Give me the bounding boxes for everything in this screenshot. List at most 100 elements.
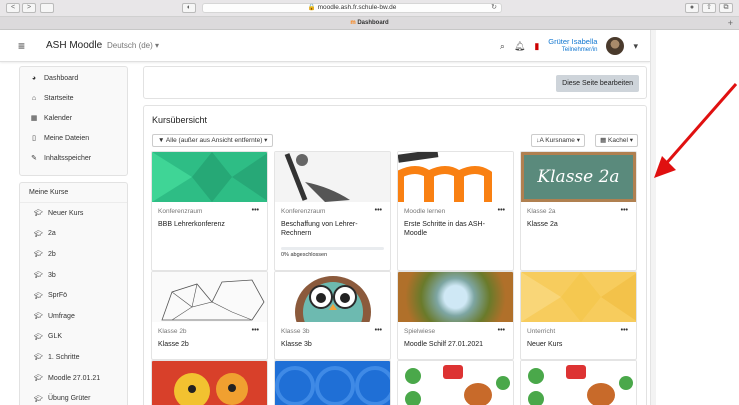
course-image-owl[interactable] [275, 272, 390, 322]
green-pattern-graphic [152, 152, 267, 202]
search-icon[interactable]: ⌕ [500, 41, 505, 52]
course-label: GLK [48, 333, 63, 341]
filter-dropdown[interactable]: ▼ Alle (außer aus Ansicht entfernte) ▾ [152, 134, 274, 147]
calendar-icon: ▦ [30, 115, 38, 122]
sidebar-course-item[interactable]: 🎓︎ 2b [20, 244, 127, 265]
course-menu-icon[interactable]: ••• [375, 207, 382, 214]
sidebar-toggle-button[interactable] [40, 3, 54, 13]
user-nav: ⌕ 🔔︎ ▮ Grüter Isabella Teilnehmer/in ▾ [500, 35, 638, 57]
notifications-bell-icon[interactable]: 🔔︎ [514, 41, 525, 52]
course-card-body: Konferenzraum ••• Beschaffung von Lehrer… [275, 202, 390, 258]
course-card[interactable]: Spielwiese ••• Moodle Schilf 27.01.2021 [397, 271, 514, 360]
my-courses-panel: Meine Kurse 🎓︎ Neuer Kurs 🎓︎ 2a 🎓︎ 2b 🎓︎ 3b … [19, 182, 128, 405]
course-menu-icon[interactable]: ••• [498, 327, 505, 334]
course-name[interactable]: BBB Lehrerkonferenz [158, 220, 261, 229]
course-card[interactable]: Moodle lernen ••• Erste Schritte in das … [397, 151, 514, 271]
forward-button[interactable]: > [22, 3, 36, 13]
sidebar-course-item[interactable]: 🎓︎ SprFö [20, 285, 127, 306]
course-name[interactable]: Klasse 2a [527, 220, 630, 229]
course-name[interactable]: Beschaffung von Lehrer-Rechnern [281, 220, 384, 238]
course-card[interactable] [151, 360, 268, 405]
privacy-shield-icon[interactable]: ◐ [182, 3, 196, 13]
avatar[interactable] [606, 37, 625, 55]
course-card-body: Klasse 3b ••• Klasse 3b [275, 322, 390, 349]
share-button[interactable]: ⇧ [702, 3, 716, 13]
messages-icon[interactable]: ▮ [534, 41, 539, 52]
sort-dropdown[interactable]: ↓A Kursname ▾ [531, 134, 585, 147]
sidebar-item-startseite[interactable]: ⌂ Startseite [20, 88, 127, 108]
course-card[interactable]: Klasse 3b ••• Klasse 3b [274, 271, 391, 360]
annotation-arrow-icon [654, 83, 738, 178]
tabs-overview-button[interactable]: ⧉ [719, 3, 733, 13]
course-card[interactable]: Klasse 2b ••• Klasse 2b [151, 271, 268, 360]
user-menu[interactable]: Grüter Isabella Teilnehmer/in [548, 38, 597, 54]
course-card[interactable] [274, 360, 391, 405]
course-card[interactable]: Konferenzraum ••• BBB Lehrerkonferenz [151, 151, 268, 271]
sidebar-course-item[interactable]: 🎓︎ Moodle 27.01.21 [20, 368, 127, 389]
sort-alpha-icon: ↓A [536, 137, 544, 144]
tab-bar: m Dashboard + [0, 17, 739, 30]
site-name[interactable]: ASH Moodle [46, 40, 102, 51]
course-menu-icon[interactable]: ••• [252, 327, 259, 334]
course-image-cartoon[interactable] [152, 361, 267, 405]
sidebar-course-item[interactable]: 🎓︎ Neuer Kurs [20, 203, 127, 224]
course-image-moodle-logo[interactable] [398, 152, 513, 202]
tab-dashboard[interactable]: m Dashboard [310, 18, 430, 29]
sidebar-course-item[interactable]: 🎓︎ Übung Grüter [20, 388, 127, 405]
sidebar-course-item[interactable]: 🎓︎ Umfrage [20, 306, 127, 327]
course-category: Unterricht [527, 328, 556, 335]
edit-page-button[interactable]: Diese Seite bearbeiten [556, 75, 639, 92]
sidebar-item-meine-dateien[interactable]: ▯ Meine Dateien [20, 128, 127, 148]
course-name[interactable]: Moodle Schilf 27.01.2021 [404, 340, 507, 349]
course-image-green-pattern[interactable] [152, 152, 267, 202]
back-button[interactable]: < [6, 3, 20, 13]
reload-icon[interactable]: ↻ [491, 4, 497, 12]
course-grid: Konferenzraum ••• BBB Lehrerkonferenz Ko… [151, 151, 639, 405]
sidebar-item-meine-kurse[interactable]: Meine Kurse [20, 183, 127, 203]
course-card[interactable]: Unterricht ••• Neuer Kurs [520, 271, 637, 360]
address-bar[interactable]: 🔒 moodle.ash.fr.schule-bw.de ↻ [202, 3, 502, 13]
menu-toggle-icon[interactable]: ≡ [18, 39, 25, 53]
course-image-origami-elephant[interactable] [152, 272, 267, 322]
sidebar-item-dashboard[interactable]: ◕ Dashboard [20, 68, 127, 88]
graduation-cap-icon: 🎓︎ [34, 292, 43, 300]
course-image-laptop[interactable] [275, 152, 390, 202]
course-menu-icon[interactable]: ••• [252, 207, 259, 214]
course-image-chalkboard[interactable]: Klasse 2a [521, 152, 636, 202]
sidebar-course-item[interactable]: 🎓︎ 1. Schritte [20, 347, 127, 368]
course-card[interactable] [397, 360, 514, 405]
moodle-favicon-icon: m [350, 20, 356, 26]
sidebar-course-item[interactable]: 🎓︎ GLK [20, 327, 127, 348]
course-image-squirrel-garden[interactable] [398, 361, 513, 405]
course-image-forest-canopy[interactable] [398, 272, 513, 322]
course-label: Neuer Kurs [48, 209, 84, 217]
course-name[interactable]: Neuer Kurs [527, 340, 630, 349]
course-label: 2b [48, 250, 56, 258]
home-icon: ⌂ [31, 94, 37, 102]
course-menu-icon[interactable]: ••• [621, 327, 628, 334]
course-menu-icon[interactable]: ••• [375, 327, 382, 334]
caret-down-icon[interactable]: ▾ [633, 41, 638, 52]
new-tab-button[interactable]: + [728, 18, 733, 28]
course-card-body: Klasse 2b ••• Klasse 2b [152, 322, 267, 349]
sidebar-item-kalender[interactable]: ▦ Kalender [20, 108, 127, 128]
course-name[interactable]: Klasse 2b [158, 340, 261, 349]
course-card[interactable] [520, 360, 637, 405]
course-name[interactable]: Klasse 3b [281, 340, 384, 349]
course-image-blue-pattern[interactable] [275, 361, 390, 405]
sidebar-course-item[interactable]: 🎓︎ 2a [20, 224, 127, 245]
graduation-cap-icon: 🎓︎ [34, 272, 43, 280]
course-card[interactable]: Konferenzraum ••• Beschaffung von Lehrer… [274, 151, 391, 271]
downloads-button[interactable]: ● [685, 3, 699, 13]
course-category: Klasse 2a [527, 208, 556, 215]
sidebar-course-item[interactable]: 🎓︎ 3b [20, 265, 127, 286]
course-image-squirrel-garden[interactable] [521, 361, 636, 405]
course-name[interactable]: Erste Schritte in das ASH-Moodle [404, 220, 507, 238]
view-dropdown[interactable]: ▦ Kachel ▾ [595, 134, 638, 147]
course-card[interactable]: Klasse 2a Klasse 2a ••• Klasse 2a [520, 151, 637, 271]
course-menu-icon[interactable]: ••• [498, 207, 505, 214]
sidebar-item-inhaltsspeicher[interactable]: ✎ Inhaltsspeicher [20, 148, 127, 168]
language-menu[interactable]: Deutsch (de) ▾ [107, 41, 159, 50]
course-image-yellow-pattern[interactable] [521, 272, 636, 322]
course-menu-icon[interactable]: ••• [621, 207, 628, 214]
